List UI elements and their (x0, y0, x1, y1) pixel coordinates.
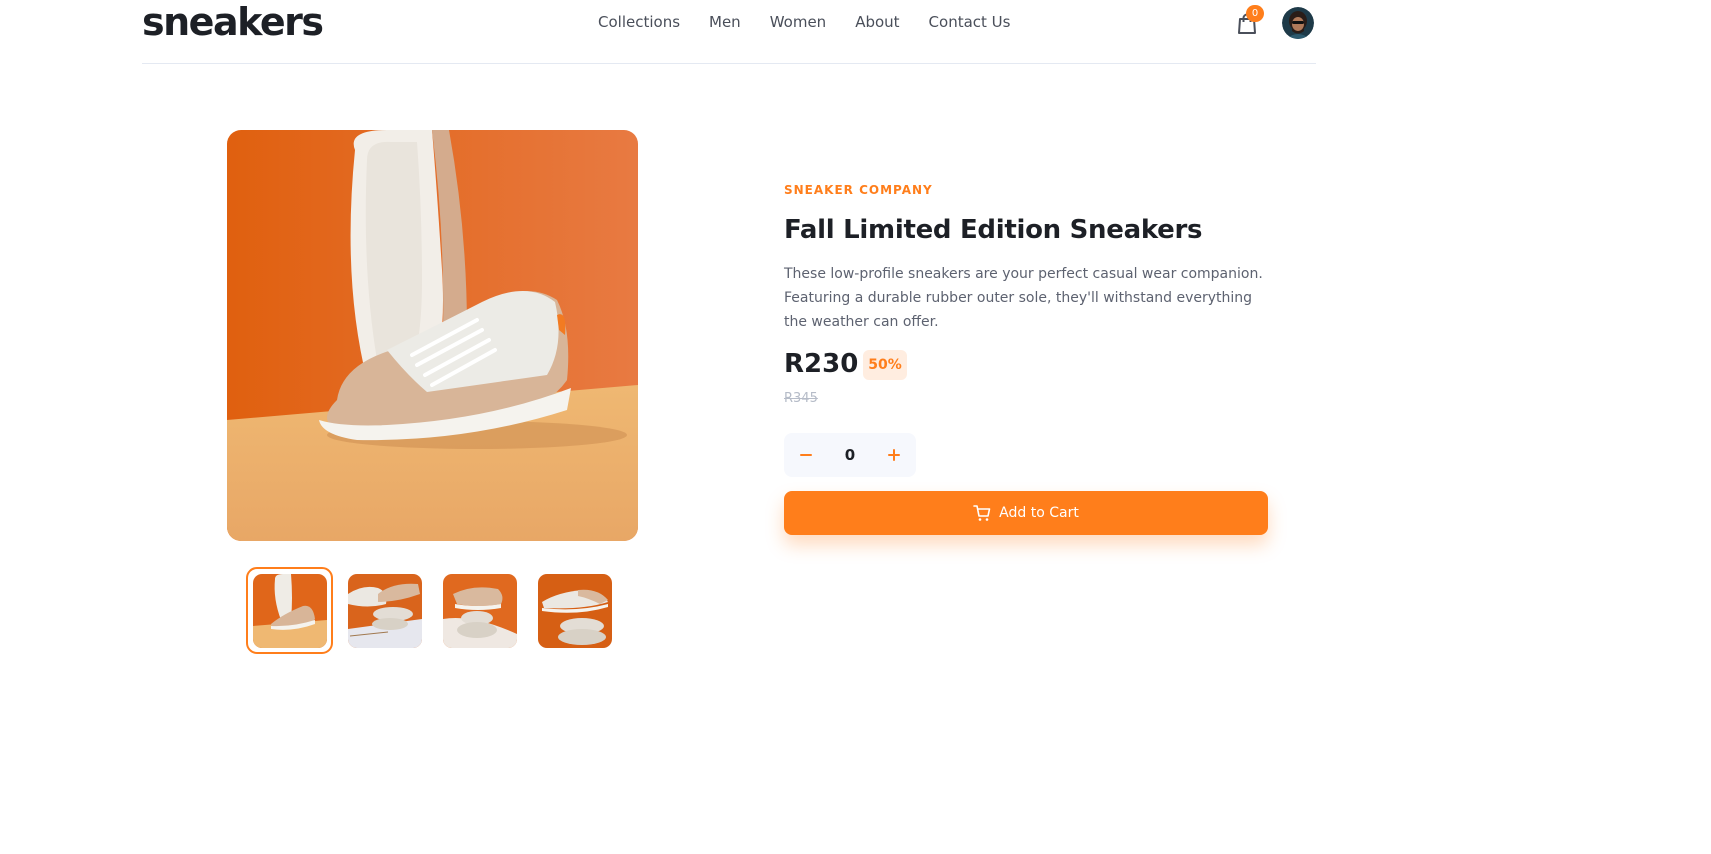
nav-about[interactable]: About (855, 12, 899, 32)
user-avatar[interactable] (1282, 7, 1314, 39)
quantity-value: 0 (844, 446, 856, 464)
nav-contact-us[interactable]: Contact Us (929, 12, 1011, 32)
thumbnail-3[interactable] (443, 574, 517, 648)
quantity-stepper: 0 (784, 433, 916, 477)
current-price: R230 (784, 349, 859, 379)
brand-logo[interactable]: sneakers (142, 2, 324, 42)
cart-icon (973, 504, 991, 522)
thumbnail-1[interactable] (253, 574, 327, 648)
discount-badge: 50% (863, 350, 907, 380)
nav-men[interactable]: Men (709, 12, 741, 32)
product-main-image[interactable] (227, 130, 638, 541)
original-price: R345 (784, 391, 818, 406)
product-title: Fall Limited Edition Sneakers (784, 215, 1203, 245)
thumbnail-4[interactable] (538, 574, 612, 648)
add-to-cart-label: Add to Cart (999, 505, 1079, 521)
plus-icon[interactable] (872, 433, 916, 477)
site-header: sneakers Collections Men Women About Con… (142, 0, 1316, 64)
add-to-cart-button[interactable]: Add to Cart (784, 491, 1268, 535)
company-label: SNEAKER COMPANY (784, 183, 933, 197)
cart-count-badge: 0 (1246, 5, 1264, 22)
main-nav: Collections Men Women About Contact Us (598, 12, 1039, 32)
minus-icon[interactable] (784, 433, 828, 477)
product-description: These low-profile sneakers are your perf… (784, 266, 1263, 330)
nav-women[interactable]: Women (770, 12, 826, 32)
thumbnail-2[interactable] (348, 574, 422, 648)
nav-collections[interactable]: Collections (598, 12, 680, 32)
